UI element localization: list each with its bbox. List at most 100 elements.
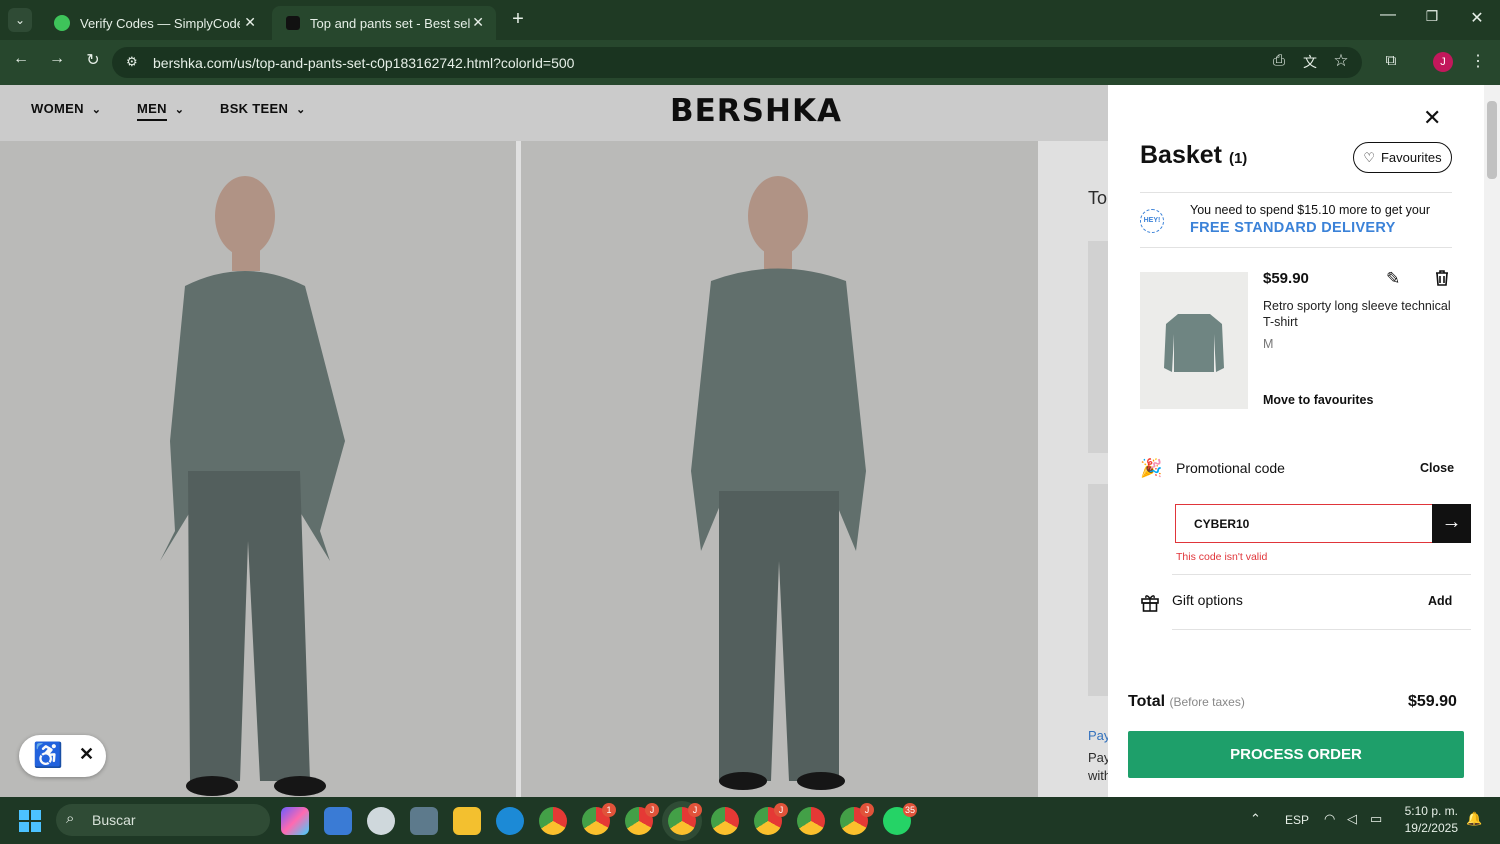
tab-title: Top and pants set - Best sellers <box>310 15 470 31</box>
notification-badge: 1 <box>602 803 616 817</box>
wifi-icon[interactable]: ◠ <box>1324 811 1335 827</box>
hey-badge-text: HEY! <box>1143 217 1161 224</box>
gift-add-link[interactable]: Add <box>1428 594 1452 608</box>
edit-pencil-icon[interactable]: ✎ <box>1386 269 1400 289</box>
divider <box>1172 629 1471 630</box>
minimize-icon[interactable]: — <box>1376 6 1400 24</box>
chrome-icon[interactable]: 1 <box>582 803 616 835</box>
basket-panel: ✕ Basket (1) ♡ Favourites HEY! You need … <box>1108 85 1484 797</box>
site-info-icon[interactable]: ⚙ <box>126 54 138 70</box>
profile-avatar[interactable]: J <box>1433 52 1453 72</box>
apply-promo-button[interactable]: → <box>1432 504 1471 543</box>
chrome-icon-active[interactable]: J <box>668 803 702 835</box>
window-close-icon[interactable]: ✕ <box>1465 8 1489 28</box>
language-indicator[interactable]: ESP <box>1285 813 1309 827</box>
promo-error: This code isn't valid <box>1176 551 1268 563</box>
trash-icon[interactable] <box>1434 270 1450 286</box>
chrome-icon[interactable]: J <box>625 803 659 835</box>
profile-badge: J <box>688 803 702 817</box>
search-icon: ⌕ <box>66 810 75 827</box>
promo-code-input[interactable]: CYBER10 <box>1175 504 1433 543</box>
divider <box>1172 574 1471 575</box>
item-thumbnail[interactable] <box>1140 272 1248 409</box>
windows-start-icon[interactable] <box>19 810 41 832</box>
url-field[interactable]: ⚙ bershka.com/us/top-and-pants-set-c0p18… <box>112 47 1362 78</box>
extensions-icon[interactable]: ⧉ <box>1380 52 1402 69</box>
reload-icon[interactable]: ↻ <box>80 50 106 70</box>
chrome-icon[interactable]: J <box>840 803 874 835</box>
accessibility-widget: ♿ ✕ <box>19 735 106 777</box>
scrollbar-thumb[interactable] <box>1487 101 1497 179</box>
notification-badge: 35 <box>902 803 917 817</box>
favourites-button[interactable]: ♡ Favourites <box>1353 142 1452 173</box>
bershka-favicon-icon <box>286 16 300 30</box>
clock-time[interactable]: 5:10 p. m. <box>1398 804 1458 818</box>
total-note: (Before taxes) <box>1169 695 1245 709</box>
close-basket-icon[interactable]: ✕ <box>1423 105 1441 131</box>
gift-options-label: Gift options <box>1172 592 1243 608</box>
promo-code-value: CYBER10 <box>1194 516 1250 531</box>
web-page: WOMEN ⌄ MEN ⌄ BSK TEEN ⌄ BERSHKA To Pay … <box>0 85 1500 797</box>
taskbar-search[interactable]: ⌕ Buscar <box>56 804 270 836</box>
basket-count: (1) <box>1228 150 1248 167</box>
tab-search-button[interactable]: ⌄ <box>8 8 32 32</box>
search-placeholder: Buscar <box>92 812 136 828</box>
restore-icon[interactable]: ❐ <box>1420 8 1444 25</box>
browser-menu-icon[interactable]: ⋮ <box>1468 51 1488 71</box>
browser-tab-bar: ⌄ Verify Codes — SimplyCodes ✕ Top and p… <box>0 0 1500 40</box>
tab-verify-codes[interactable]: Verify Codes — SimplyCodes ✕ <box>40 6 268 40</box>
edge-icon[interactable] <box>496 807 524 835</box>
chrome-icon[interactable] <box>539 807 567 835</box>
tab-bershka[interactable]: Top and pants set - Best sellers ✕ <box>272 6 496 40</box>
battery-icon[interactable]: ▭ <box>1370 811 1382 827</box>
basket-title: Basket (1) <box>1140 141 1247 170</box>
promo-label: Promotional code <box>1176 460 1285 476</box>
simplycodes-favicon-icon <box>54 15 70 31</box>
file-explorer-icon[interactable] <box>453 807 481 835</box>
tab-title: Verify Codes — SimplyCodes <box>80 15 240 31</box>
install-app-icon[interactable]: ⎙ <box>1268 52 1290 69</box>
chrome-icon[interactable]: J <box>754 803 788 835</box>
url-text: bershka.com/us/top-and-pants-set-c0p1831… <box>153 54 575 71</box>
hey-badge-icon: HEY! <box>1140 209 1164 233</box>
close-tab-icon[interactable]: ✕ <box>244 14 256 31</box>
item-price: $59.90 <box>1263 270 1309 287</box>
arrow-right-icon: → <box>1441 511 1462 533</box>
new-tab-icon[interactable]: + <box>506 8 530 31</box>
basket-title-text: Basket <box>1140 141 1222 169</box>
close-accessibility-icon[interactable]: ✕ <box>79 744 94 765</box>
promo-close-link[interactable]: Close <box>1420 461 1454 475</box>
notifications-icon[interactable]: 🔔 <box>1466 811 1482 827</box>
page-dim-overlay[interactable] <box>0 85 1108 797</box>
clock-date[interactable]: 19/2/2025 <box>1398 821 1458 835</box>
chevron-up-icon[interactable]: ⌃ <box>1250 811 1261 827</box>
gift-icon <box>1140 592 1160 612</box>
item-size: M <box>1263 337 1274 351</box>
delivery-note: You need to spend $15.10 more to get you… <box>1190 203 1430 217</box>
divider <box>1140 192 1452 193</box>
copilot-icon[interactable] <box>281 807 309 835</box>
whatsapp-icon[interactable]: 35 <box>883 803 917 835</box>
item-name: Retro sporty long sleeve technical T-shi… <box>1263 299 1451 329</box>
page-scrollbar[interactable] <box>1484 85 1500 797</box>
store-icon[interactable] <box>324 807 352 835</box>
total-value: $59.90 <box>1408 693 1457 710</box>
translate-icon[interactable]: 文 <box>1299 52 1321 72</box>
confetti-icon: 🎉 <box>1140 458 1163 478</box>
windows-taskbar: ⌕ Buscar 1 J J J J 35 ⌃ ESP ◠ ◁ ▭ 5:10 p… <box>0 797 1500 844</box>
chrome-icon[interactable] <box>711 807 739 835</box>
close-tab-icon[interactable]: ✕ <box>472 14 484 31</box>
bookmark-star-icon[interactable]: ☆ <box>1330 51 1352 71</box>
total-label-text: Total <box>1128 693 1166 710</box>
calculator-icon[interactable] <box>410 807 438 835</box>
back-icon[interactable]: ← <box>8 50 34 68</box>
clock-app-icon[interactable] <box>367 807 395 835</box>
total-label: Total (Before taxes) <box>1128 693 1245 711</box>
forward-icon[interactable]: → <box>44 50 70 68</box>
chrome-icon[interactable] <box>797 807 825 835</box>
move-to-favourites-link[interactable]: Move to favourites <box>1263 393 1373 407</box>
volume-icon[interactable]: ◁ <box>1347 811 1357 827</box>
process-order-button[interactable]: PROCESS ORDER <box>1128 731 1464 778</box>
free-delivery-highlight: FREE STANDARD DELIVERY <box>1190 220 1396 236</box>
accessibility-icon[interactable]: ♿ <box>33 741 63 770</box>
